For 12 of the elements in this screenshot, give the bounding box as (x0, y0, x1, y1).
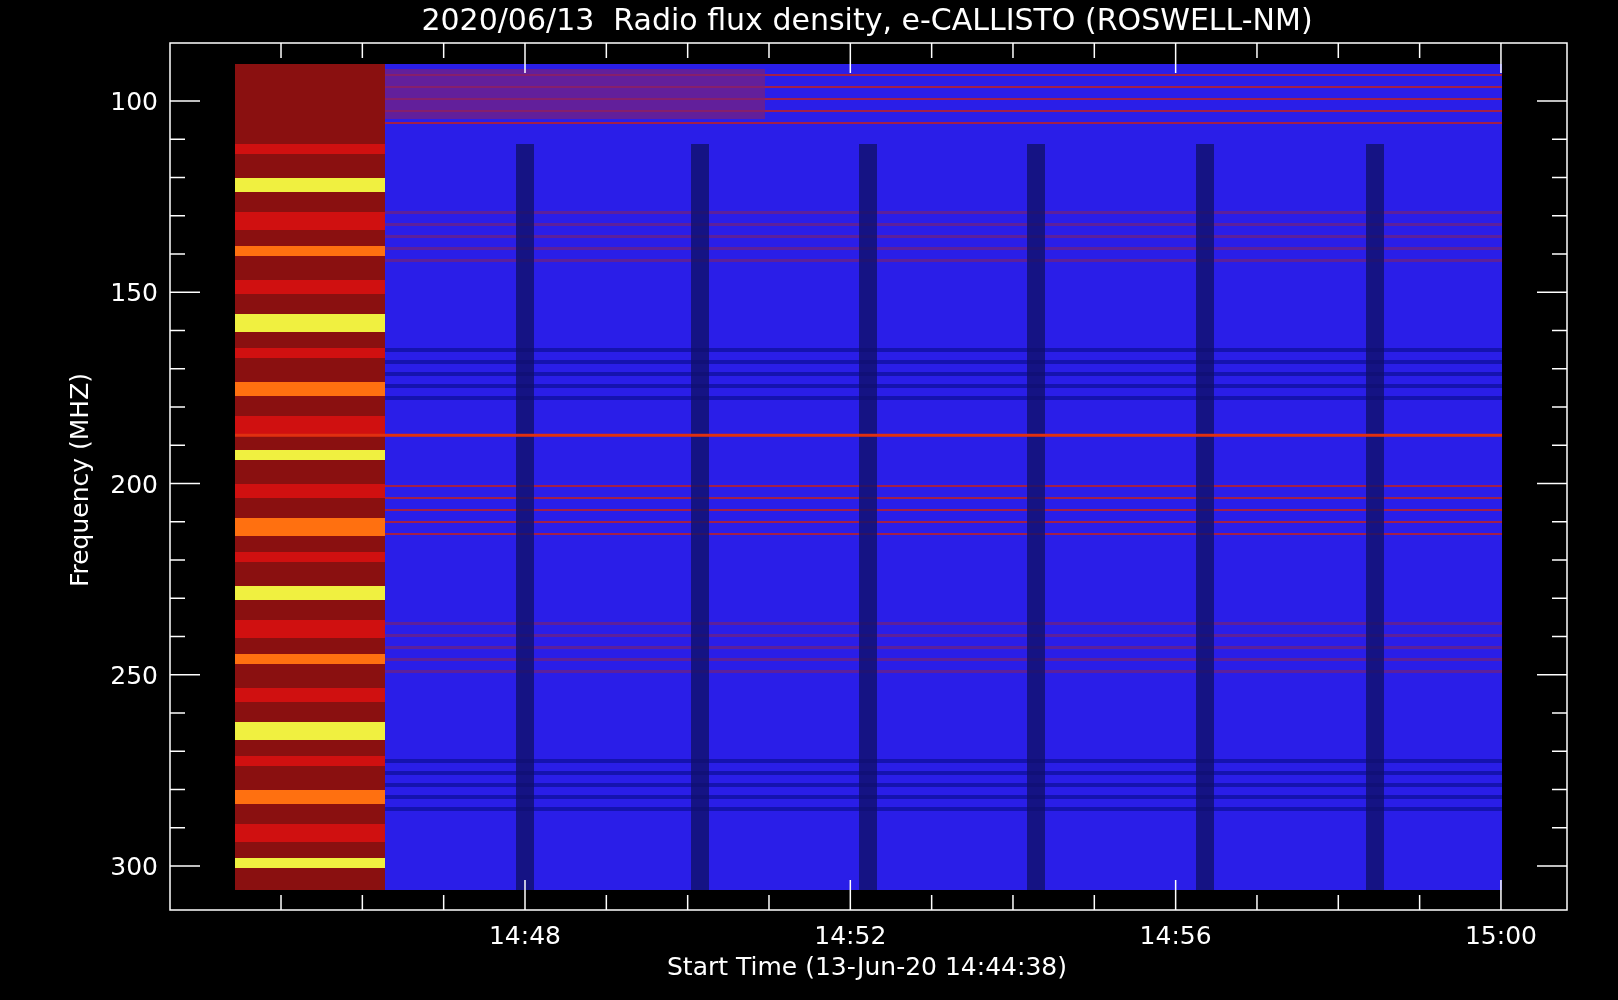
x-tick-label: 14:56 (1139, 921, 1212, 950)
y-tick-label: 200 (110, 469, 158, 499)
x-tick-label: 14:52 (814, 921, 887, 950)
x-tick-label: 15:00 (1464, 921, 1537, 950)
y-tick-label: 100 (110, 87, 158, 116)
y-tick-label: 250 (110, 660, 158, 690)
y-tick-label: 150 (110, 278, 158, 308)
x-tick-label: 14:48 (489, 921, 561, 950)
y-axis-label: Frequency (MHZ) (65, 372, 94, 588)
x-axis-label: Start Time (13-Jun-20 14:44:38) (667, 952, 1067, 981)
plot-title: 2020/06/13 Radio flux density, e-CALLISTO (ROSWELL-NM) (421, 2, 1313, 37)
y-tick-label: 300 (110, 852, 158, 881)
